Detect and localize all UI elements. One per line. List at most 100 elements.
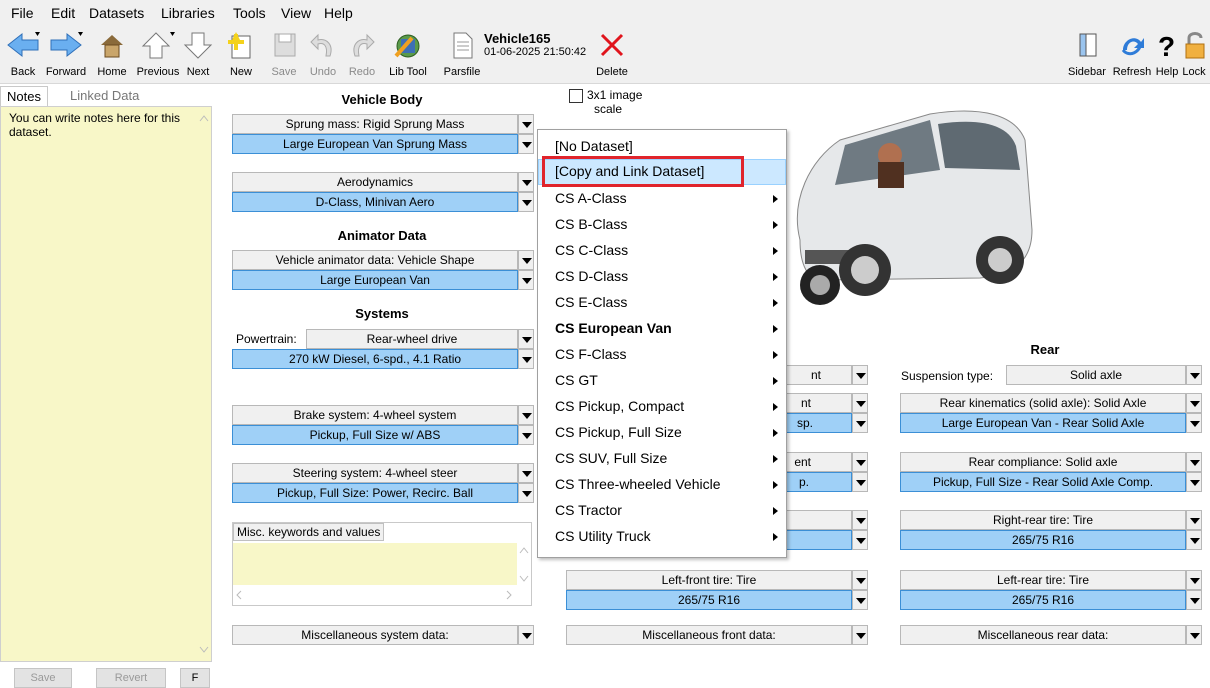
menu-datasets[interactable]: Datasets	[89, 5, 144, 21]
left-rear-tire-dataset[interactable]: 265/75 R16	[900, 590, 1186, 610]
parsfile-button[interactable]: Parsfile	[440, 24, 484, 80]
menu-item-label: CS SUV, Full Size	[555, 450, 668, 466]
sprung-mass-selector[interactable]: Sprung mass: Rigid Sprung Mass	[232, 114, 518, 134]
aerodynamics-selector[interactable]: Aerodynamics	[232, 172, 518, 192]
left-rear-tire-selector[interactable]: Left-rear tire: Tire	[900, 570, 1186, 590]
menu-item-cs-european-van[interactable]: CS European Van	[538, 316, 786, 342]
steering-system-dataset-arrow[interactable]	[518, 483, 534, 503]
powertrain-type-dropdown-arrow[interactable]	[518, 329, 534, 349]
menu-item-cs-suv-full-size[interactable]: CS SUV, Full Size	[538, 446, 786, 472]
right-rear-tire-dataset-arrow[interactable]	[1186, 530, 1202, 550]
menu-item-cs-f-class[interactable]: CS F-Class	[538, 342, 786, 368]
front-susp-dropdown-arrow[interactable]	[852, 365, 868, 385]
aerodynamics-dataset-arrow[interactable]	[518, 192, 534, 212]
notes-scrollbar[interactable]	[197, 107, 211, 661]
right-front-tire-dataset-arrow[interactable]	[852, 530, 868, 550]
powertrain-type-selector[interactable]: Rear-wheel drive	[306, 329, 518, 349]
powertrain-dataset[interactable]: 270 kW Diesel, 6-spd., 4.1 Ratio	[232, 349, 518, 369]
aerodynamics-dataset[interactable]: D-Class, Minivan Aero	[232, 192, 518, 212]
left-front-tire-dropdown-arrow[interactable]	[852, 570, 868, 590]
sprung-mass-dataset[interactable]: Large European Van Sprung Mass	[232, 134, 518, 154]
menu-item-cs-tractor[interactable]: CS Tractor	[538, 498, 786, 524]
third-notes-button[interactable]: F	[180, 668, 210, 688]
revert-notes-button[interactable]: Revert	[96, 668, 166, 688]
vehicle-shape-dataset[interactable]: Large European Van	[232, 270, 518, 290]
front-comp-dropdown-arrow[interactable]	[852, 452, 868, 472]
brake-system-selector[interactable]: Brake system: 4-wheel system	[232, 405, 518, 425]
rear-compliance-dataset-arrow[interactable]	[1186, 472, 1202, 492]
tab-notes[interactable]: Notes	[0, 86, 48, 106]
front-comp-dataset-arrow[interactable]	[852, 472, 868, 492]
tab-linked-data[interactable]: Linked Data	[64, 86, 145, 106]
sprung-mass-dataset-arrow[interactable]	[518, 134, 534, 154]
misc-front-data-dropdown-arrow[interactable]	[852, 625, 868, 645]
misc-system-data-selector[interactable]: Miscellaneous system data:	[232, 625, 518, 645]
menu-item-cs-pickup-full-size[interactable]: CS Pickup, Full Size	[538, 420, 786, 446]
misc-keywords-textarea[interactable]	[233, 543, 517, 585]
front-kin-dropdown-arrow[interactable]	[852, 393, 868, 413]
rear-kinematics-dropdown-arrow[interactable]	[1186, 393, 1202, 413]
left-front-tire-selector[interactable]: Left-front tire: Tire	[566, 570, 852, 590]
rear-kinematics-selector[interactable]: Rear kinematics (solid axle): Solid Axle	[900, 393, 1186, 413]
suspension-type-selector[interactable]: Solid axle	[1006, 365, 1186, 385]
menu-item-label: CS A-Class	[555, 190, 627, 206]
image-scale-checkbox[interactable]	[569, 89, 583, 103]
rear-compliance-dropdown-arrow[interactable]	[1186, 452, 1202, 472]
left-front-tire-dataset[interactable]: 265/75 R16	[566, 590, 852, 610]
vehicle-shape-selector[interactable]: Vehicle animator data: Vehicle Shape	[232, 250, 518, 270]
right-front-tire-dropdown-arrow[interactable]	[852, 510, 868, 530]
menu-file[interactable]: File	[11, 5, 34, 21]
steering-system-dropdown-arrow[interactable]	[518, 463, 534, 483]
animator-data-title: Animator Data	[337, 228, 427, 243]
menu-help[interactable]: Help	[324, 5, 353, 21]
powertrain-dataset-arrow[interactable]	[518, 349, 534, 369]
brake-system-dataset-arrow[interactable]	[518, 425, 534, 445]
menu-view[interactable]: View	[281, 5, 311, 21]
misc-rear-data-dropdown-arrow[interactable]	[1186, 625, 1202, 645]
suspension-type-label: Suspension type:	[901, 369, 994, 383]
vehicle-shape-dataset-arrow[interactable]	[518, 270, 534, 290]
floppy-disk-icon	[274, 33, 296, 57]
brake-system-dropdown-arrow[interactable]	[518, 405, 534, 425]
notes-textarea[interactable]: You can write notes here for this datase…	[0, 106, 212, 662]
sprung-mass-dropdown-arrow[interactable]	[518, 114, 534, 134]
menu-edit[interactable]: Edit	[51, 5, 75, 21]
left-rear-tire-dropdown-arrow[interactable]	[1186, 570, 1202, 590]
right-rear-tire-selector[interactable]: Right-rear tire: Tire	[900, 510, 1186, 530]
misc-horizontal-scrollbar[interactable]	[233, 585, 517, 605]
aerodynamics-dropdown-arrow[interactable]	[518, 172, 534, 192]
rear-kinematics-dataset-arrow[interactable]	[1186, 413, 1202, 433]
right-rear-tire-dropdown-arrow[interactable]	[1186, 510, 1202, 530]
menu-item-cs-c-class[interactable]: CS C-Class	[538, 238, 786, 264]
menu-item-cs-e-class[interactable]: CS E-Class	[538, 290, 786, 316]
steering-system-dataset[interactable]: Pickup, Full Size: Power, Recirc. Ball	[232, 483, 518, 503]
misc-rear-data-selector[interactable]: Miscellaneous rear data:	[900, 625, 1186, 645]
brake-system-dataset[interactable]: Pickup, Full Size w/ ABS	[232, 425, 518, 445]
left-rear-tire-dataset-arrow[interactable]	[1186, 590, 1202, 610]
menu-item-cs-b-class[interactable]: CS B-Class	[538, 212, 786, 238]
rear-kinematics-dataset[interactable]: Large European Van - Rear Solid Axle	[900, 413, 1186, 433]
save-notes-button[interactable]: Save	[14, 668, 72, 688]
menu-item-cs-three-wheeled-vehicle[interactable]: CS Three-wheeled Vehicle	[538, 472, 786, 498]
menu-item-cs-d-class[interactable]: CS D-Class	[538, 264, 786, 290]
steering-system-selector[interactable]: Steering system: 4-wheel steer	[232, 463, 518, 483]
rear-compliance-selector[interactable]: Rear compliance: Solid axle	[900, 452, 1186, 472]
misc-front-data-selector[interactable]: Miscellaneous front data:	[566, 625, 852, 645]
menu-item-cs-a-class[interactable]: CS A-Class	[538, 186, 786, 212]
menu-item-cs-utility-truck[interactable]: CS Utility Truck	[538, 524, 786, 550]
right-rear-tire-dataset[interactable]: 265/75 R16	[900, 530, 1186, 550]
lock-button[interactable]: Lock	[1172, 24, 1210, 80]
lib-tool-button[interactable]: Lib Tool	[386, 24, 430, 80]
rear-compliance-dataset[interactable]: Pickup, Full Size - Rear Solid Axle Comp…	[900, 472, 1186, 492]
misc-system-data-dropdown-arrow[interactable]	[518, 625, 534, 645]
misc-vertical-scrollbar[interactable]	[517, 543, 531, 585]
menu-item-cs-gt[interactable]: CS GT	[538, 368, 786, 394]
menu-libraries[interactable]: Libraries	[161, 5, 215, 21]
menu-item-cs-pickup-compact[interactable]: CS Pickup, Compact	[538, 394, 786, 420]
menu-tools[interactable]: Tools	[233, 5, 266, 21]
left-front-tire-dataset-arrow[interactable]	[852, 590, 868, 610]
delete-button[interactable]: Delete	[590, 24, 634, 80]
front-kin-dataset-arrow[interactable]	[852, 413, 868, 433]
suspension-type-dropdown-arrow[interactable]	[1186, 365, 1202, 385]
vehicle-shape-dropdown-arrow[interactable]	[518, 250, 534, 270]
